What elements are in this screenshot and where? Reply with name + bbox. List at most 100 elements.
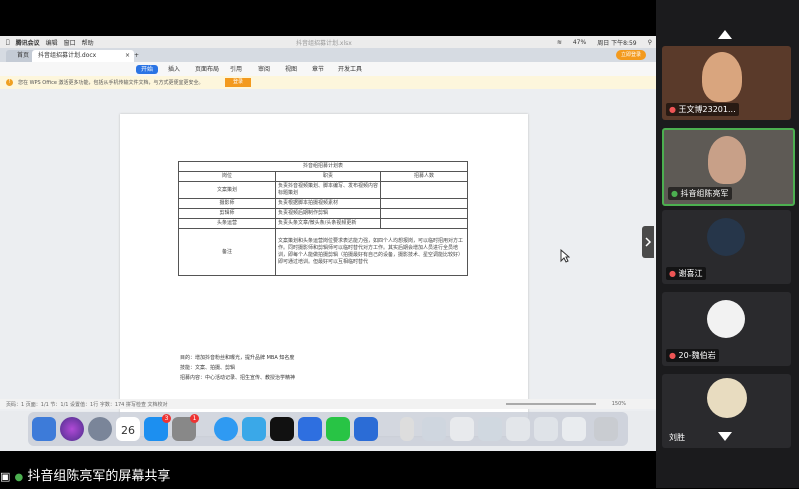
status-info: 页码：1 页面：1/1 节：1/1 设置值：1行 字数：174 拼写检查 文档校… [6, 402, 168, 408]
notification-badge: 3 [162, 414, 171, 423]
participant-name-label: 20-魏伯岩 [678, 351, 716, 360]
table-row: 头条运营 负责头条文章/微头条/头条视频更新 [178, 218, 468, 229]
wps-icon[interactable] [298, 417, 322, 441]
participant-video [708, 136, 746, 184]
collapse-panel-button[interactable] [642, 226, 654, 258]
table-row: 摄影师 负责根据脚本拍摄视频素材 [178, 198, 468, 209]
document-thumbnail-icon[interactable] [562, 417, 586, 441]
ribbon-tab-layout[interactable]: 页面布局 [195, 65, 219, 74]
participant-name-label: 刘胜 [669, 433, 685, 442]
cell-role: 备注 [178, 228, 276, 276]
calendar-icon[interactable]: 26 [116, 417, 140, 441]
mic-icon: ● [14, 472, 24, 483]
table-row: 备注 文案策划和头条运营岗位要求表达能力强，如四个人均想报岗，可以临时招用对方工… [178, 228, 468, 276]
note-line: 招募内容：中心活动记录、招生宣传、教授治学精神 [180, 375, 296, 381]
scroll-up-icon[interactable] [718, 30, 732, 39]
notice-text: 您在 WPS Office 激活更多功能，包括从手机传输文件文档，与方式更便宜更… [18, 80, 204, 86]
search-icon[interactable]: ⚲ [648, 39, 652, 46]
login-button[interactable]: 立即登录 [615, 50, 646, 60]
document-thumbnail-icon[interactable] [450, 417, 474, 441]
ribbon-tab-view[interactable]: 视图 [285, 65, 297, 74]
cell-role: 摄影师 [178, 198, 276, 209]
safari-icon[interactable] [214, 417, 238, 441]
video-tile[interactable]: ● 王文博23201... [662, 46, 791, 120]
caption-label: 抖音组陈亮军的屏幕共享 [27, 469, 171, 484]
wps-tab-bar: 首页 抖音组招募计划.docx × + 立即登录 [0, 48, 656, 62]
siri-icon[interactable] [60, 417, 84, 441]
status-bar: 页码：1 页面：1/1 节：1/1 设置值：1行 字数：174 拼写检查 文档校… [0, 399, 656, 409]
notice-login-button[interactable]: 登录 [225, 78, 252, 87]
speaking-mic-icon: ● [671, 189, 678, 198]
ribbon-tab-section[interactable]: 章节 [312, 65, 324, 74]
cloud-app-icon[interactable] [242, 417, 266, 441]
apple-icon[interactable]:  [6, 39, 10, 46]
system-preferences-icon[interactable]: 1 [172, 414, 199, 441]
battery-level[interactable]: 47% [573, 39, 586, 46]
app-store-icon[interactable]: 3 [144, 414, 171, 441]
launchpad-icon[interactable] [88, 417, 112, 441]
recruitment-table: 抖音组招募计划表 岗位 职责 招募人数 文案策划 负责抖音视频策划、脚本编写、发… [178, 161, 468, 276]
screen-share-caption: ▣ ● 抖音组陈亮军的屏幕共享 [0, 466, 656, 488]
note-line: 技能：文案、拍摄、剪辑 [180, 365, 236, 371]
wechat-icon[interactable] [326, 417, 350, 441]
warning-icon: ! [6, 79, 13, 86]
avatar [707, 300, 745, 338]
tab-document[interactable]: 抖音组招募计划.docx × [32, 50, 134, 62]
trash-icon[interactable] [594, 417, 618, 441]
new-tab-button[interactable]: + [128, 50, 145, 62]
video-tile[interactable]: ● 谢喜江 [662, 210, 791, 284]
document-thumbnail-icon[interactable] [506, 417, 530, 441]
cell-role: 剪辑师 [178, 208, 276, 219]
table-row: 剪辑师 负责视频后期制作剪辑 [178, 208, 468, 219]
ribbon-tab-insert[interactable]: 插入 [168, 65, 180, 74]
notification-badge: 1 [190, 414, 199, 423]
scroll-down-icon[interactable] [718, 432, 732, 441]
participant-name-label: 抖音组陈亮军 [680, 189, 729, 198]
header-count: 招募人数 [380, 171, 468, 182]
cell-count [380, 218, 468, 229]
participant-name: ● 抖音组陈亮军 [668, 187, 732, 200]
participant-name: ● 王文博23201... [666, 103, 739, 116]
ribbon-menu: 开始 插入 页面布局 引用 审阅 视图 章节 开发工具 [0, 62, 656, 77]
document-page[interactable]: 抖音组招募计划表 岗位 职责 招募人数 文案策划 负责抖音视频策划、脚本编写、发… [120, 114, 528, 436]
cell-duty: 负责根据脚本拍摄视频素材 [275, 198, 381, 209]
participant-panel: ● 王文博23201... ● 抖音组陈亮军 ● 谢喜江 ● 20-魏伯岩 刘胜 [656, 0, 799, 488]
ribbon-tab-start[interactable]: 开始 [136, 65, 159, 74]
muted-mic-icon: ● [669, 351, 676, 360]
muted-mic-icon: ● [669, 105, 676, 114]
header-role: 岗位 [178, 171, 276, 182]
participant-name: ● 20-魏伯岩 [666, 349, 719, 362]
menu-item-help[interactable]: 帮助 [82, 38, 94, 47]
mouse-cursor-icon [560, 248, 571, 267]
clock[interactable]: 周日 下午8:59 [597, 38, 636, 47]
document-thumbnail-icon[interactable] [534, 417, 558, 441]
document-thumbnail-icon[interactable] [478, 417, 502, 441]
document-thumbnail-icon[interactable] [422, 417, 446, 441]
ribbon-tab-dev[interactable]: 开发工具 [338, 65, 362, 74]
video-tile-active-speaker[interactable]: ● 抖音组陈亮军 [662, 128, 795, 206]
screen-share-icon: ▣ [0, 470, 11, 483]
cell-duty: 负责抖音视频策划、脚本编写、发布视频内容标题策划 [275, 181, 381, 199]
menu-item-edit[interactable]: 编辑 [46, 38, 58, 47]
ribbon-tab-review[interactable]: 审阅 [258, 65, 270, 74]
mac-menu-bar:  腾讯会议 编辑 窗口 帮助 抖音组招募计划.xlsx ≋ 47% 周日 下午… [0, 36, 656, 48]
mac-dock: 26 3 1 [28, 412, 628, 446]
cell-count [380, 208, 468, 219]
menu-item-window[interactable]: 窗口 [64, 38, 76, 47]
avatar [707, 378, 747, 418]
menu-app-name[interactable]: 腾讯会议 [16, 38, 40, 47]
qq-icon[interactable] [270, 417, 294, 441]
zoom-level[interactable]: 150% [612, 401, 626, 407]
muted-mic-icon: ● [669, 269, 676, 278]
participant-name-label: 谢喜江 [678, 269, 703, 278]
zoom-slider[interactable] [506, 403, 596, 405]
ribbon-tab-reference[interactable]: 引用 [230, 65, 242, 74]
cell-count [380, 198, 468, 209]
cell-duty: 负责视频后期制作剪辑 [275, 208, 381, 219]
tencent-meeting-icon[interactable] [354, 417, 378, 441]
preview-file-icon[interactable] [400, 417, 414, 441]
wifi-icon[interactable]: ≋ [557, 39, 562, 46]
video-tile[interactable]: ● 20-魏伯岩 [662, 292, 791, 366]
finder-icon[interactable] [32, 417, 56, 441]
document-notes: 目的：增加抖音粉丝和曝光，提升品牌 MBA 知名度 技能：文案、拍摄、剪辑 招募… [180, 353, 295, 383]
